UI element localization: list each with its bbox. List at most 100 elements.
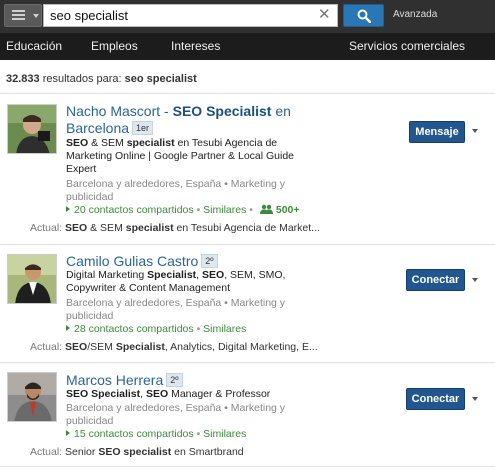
connection-degree-badge: 2º [201,254,218,268]
current-label: Actual: [30,446,63,458]
headline-hl: SEO [66,137,89,149]
separator: • [193,323,204,335]
triangle-right-icon [66,430,70,436]
group-icon [259,204,273,214]
headline-text: Manager & Professor [168,388,271,400]
current-hl: SEO [65,341,88,353]
headline-hl: specialist [126,137,175,149]
nav-item-jobs[interactable]: Empleos [91,39,138,53]
connection-degree-badge: 2º [166,373,183,387]
headline-text: en Tesubi Agencia de [174,137,278,149]
location-text: publicidad [66,191,114,203]
name-suffix: en [271,103,291,119]
current-text: Senior [65,446,99,458]
chevron-down-icon[interactable] [472,129,478,133]
headline-text: Copywriter & Content Management [66,282,230,294]
headline-hl: SEO Specialist [66,388,141,400]
result-location: Barcelona y alrededores, España • Market… [66,402,285,428]
location-text: publicidad [66,310,114,322]
location-text: publicidad [66,415,114,427]
result-location: Barcelona y alrededores, España • Market… [66,297,285,323]
result-name[interactable]: Marcos Herrera 2º [66,372,183,389]
headline-text: Marketing Online | Google Partner & Loca… [66,150,295,162]
current-text: /SEM [87,341,116,353]
result-name-text: Marcos Herrera [66,372,164,388]
result-headline: SEO & SEM specialist en Tesubi Agencia d… [66,137,294,176]
divider [0,93,495,94]
divider [0,362,495,363]
separator: • [246,204,256,216]
location-text: Barcelona y alrededores, España • Market… [66,402,286,414]
current-hl: SEO specialist [98,446,172,458]
nav-item-interests[interactable]: Intereses [171,39,220,53]
advanced-search-link[interactable]: Avanzada [393,9,437,20]
similar-link[interactable]: Similares [203,323,246,335]
headline-text: Digital Marketing [66,269,148,281]
search-icon [357,9,371,23]
current-label: Actual: [30,341,63,353]
shared-connections-link[interactable]: 28 contactos compartidos [74,323,194,335]
headline-hl: Specialist [147,269,197,281]
top-search-bar: ✕ Avanzada [0,0,495,33]
close-icon[interactable]: ✕ [318,5,331,25]
avatar[interactable] [7,254,57,304]
results-count: 32.833 resultados para: seo specialist [6,73,197,85]
shared-connections: 15 contactos compartidos • Similares [66,428,246,441]
current-hl: SEO [65,222,88,234]
shared-connections-link[interactable]: 20 contactos compartidos [74,204,194,216]
chevron-down-icon [33,14,39,18]
group-count: 500+ [275,204,300,216]
headline-text: , SEM, SMO, [224,269,286,281]
result-name[interactable]: Camilo Gulias Castro 2º [66,253,218,270]
divider [0,244,495,245]
triangle-right-icon [66,325,70,331]
shared-connections: 20 contactos compartidos • Similares • 5… [66,204,300,217]
headline-hl: SEO [202,269,225,281]
current-hl: specialist [125,222,174,234]
results-number: 32.833 [6,73,40,85]
shared-connections-link[interactable]: 15 contactos compartidos [74,428,194,440]
triangle-right-icon [66,206,70,212]
location-text: Barcelona y alrededores, España • Market… [66,178,286,190]
result-name[interactable]: Nacho Mascort - SEO Specialist en Barcel… [66,103,291,137]
current-position: Actual: SEO & SEM specialist en Tesubi A… [30,222,320,235]
connect-button[interactable]: Conectar [406,388,465,410]
nav-item-business-services[interactable]: Servicios comerciales [349,39,465,53]
current-text: en Smartbrand [171,446,244,458]
menu-icon [12,10,25,21]
similar-link[interactable]: Similares [203,204,246,216]
name-line2: Barcelona [66,120,130,136]
name-separator: - [160,103,173,119]
headline-hl: SEO [145,388,169,400]
avatar[interactable] [7,372,57,422]
current-label: Actual: [30,222,63,234]
apps-menu-button[interactable] [4,4,42,27]
chevron-down-icon[interactable] [472,278,478,282]
divider [0,466,495,467]
search-button[interactable] [343,4,384,27]
chevron-down-icon[interactable] [472,397,478,401]
current-text: en Tesubi Agencia de Market... [173,222,320,234]
connection-degree-badge: 1er [132,121,154,135]
result-name-text: Camilo Gulias Castro [66,253,199,269]
results-query: seo specialist [124,73,197,85]
similar-link[interactable]: Similares [203,428,246,440]
separator: • [193,204,204,216]
nav-bar: Educación Empleos Intereses Servicios co… [0,33,495,60]
separator: • [193,428,204,440]
message-button[interactable]: Mensaje [409,121,465,143]
shared-connections: 28 contactos compartidos • Similares [66,323,246,336]
current-text: & SEM [87,222,126,234]
results-label: resultados para: [42,73,122,85]
result-location: Barcelona y alrededores, España • Market… [66,178,285,204]
avatar[interactable] [7,104,57,154]
connect-button[interactable]: Conectar [406,269,465,291]
current-hl: Specialist [115,341,165,353]
current-position: Actual: Senior SEO specialist en Smartbr… [30,446,244,459]
nav-item-education[interactable]: Educación [6,39,62,53]
location-text: Barcelona y alrededores, España • Market… [66,297,286,309]
name-highlight: SEO Specialist [172,103,272,119]
result-headline: SEO Specialist, SEO Manager & Professor [66,388,270,401]
headline-text: Expert [66,163,97,175]
search-input[interactable] [43,4,338,27]
